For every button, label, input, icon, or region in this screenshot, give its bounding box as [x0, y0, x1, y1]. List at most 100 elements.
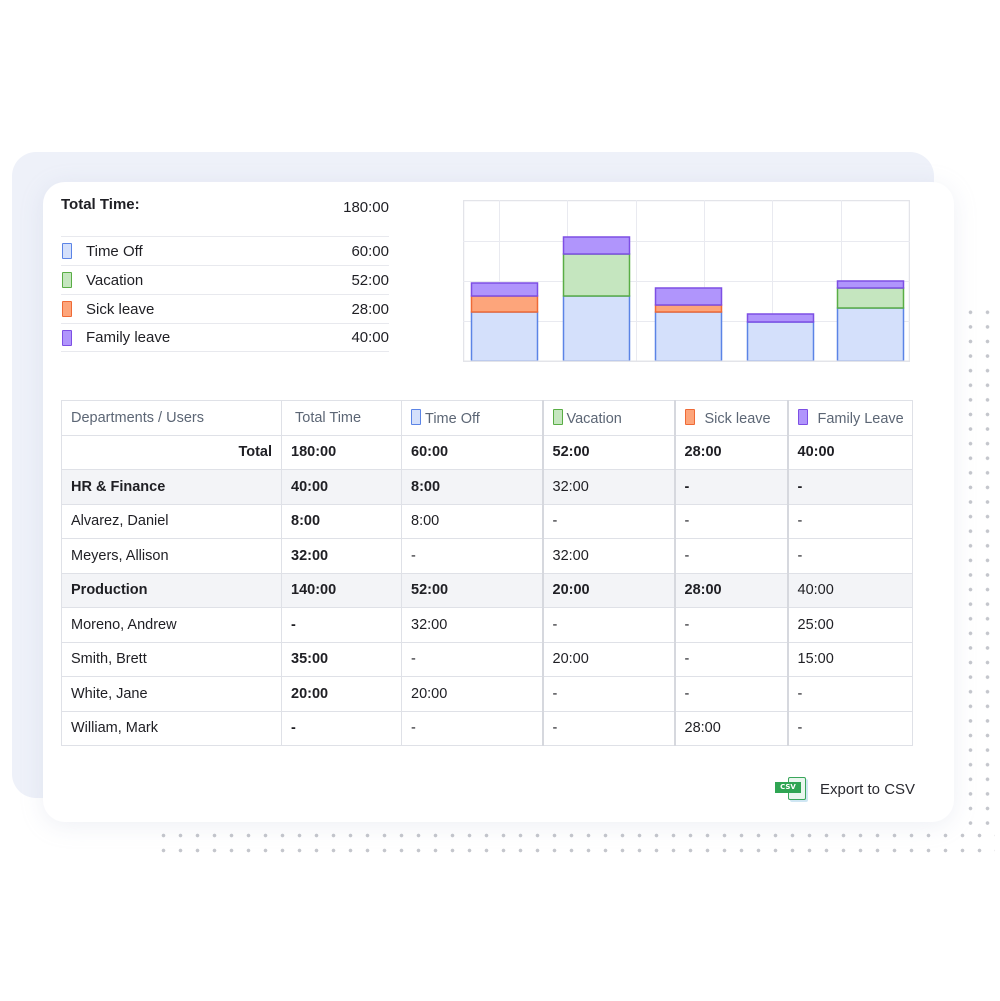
table-total-row: Total 180:00 60:00 52:00 28:00 40:00: [61, 434, 913, 470]
row-value-cell: 60:00: [401, 434, 543, 470]
row-label-cell: HR & Finance: [61, 469, 282, 505]
row-value-cell: 28:00: [673, 572, 788, 608]
row-value-cell: -: [281, 607, 402, 643]
column-header-vacation[interactable]: Vacation: [541, 400, 675, 436]
row-value-cell: 8:00: [401, 469, 543, 505]
row-value-cell: -: [401, 710, 543, 746]
row-value-cell: -: [673, 469, 788, 505]
summary-total-value: 180:00: [343, 199, 389, 216]
row-value-cell: -: [281, 710, 402, 746]
table-row: Alvarez, Daniel 8:00 8:00- - -: [61, 503, 913, 539]
row-value-cell: -: [541, 710, 675, 746]
chart-bar-segment-time-off: [836, 307, 905, 362]
row-value-cell: 20:00: [541, 641, 675, 677]
chart-bar-segment-family-leave: [654, 287, 723, 306]
time-off-swatch-icon: [411, 408, 421, 425]
chart-bar-segment-vacation: [562, 253, 631, 297]
csv-file-icon: CSV: [775, 777, 809, 801]
summary-row-sick-leave: Sick leave 28:00: [61, 294, 389, 323]
summary-row-time-off: Time Off 60:00: [61, 236, 389, 265]
row-value-cell: -: [401, 538, 543, 574]
summary-value: 60:00: [351, 242, 389, 260]
row-value-cell: -: [673, 503, 788, 539]
row-value-cell: 40:00: [786, 572, 913, 608]
chart-bar-segment-vacation: [836, 287, 905, 309]
table-row: William, Mark - - -28:00-: [61, 710, 913, 746]
row-label-cell: William, Mark: [61, 710, 282, 746]
row-value-cell: -: [786, 710, 913, 746]
column-header-label: Sick leave: [704, 410, 771, 427]
chart-bar-segment-family-leave: [562, 236, 631, 255]
row-value-cell: -: [541, 676, 675, 712]
column-header-label: Time Off: [425, 410, 480, 427]
row-value-cell: -: [673, 538, 788, 574]
row-value-cell: -: [541, 607, 675, 643]
row-value-cell: 52:00: [401, 572, 543, 608]
export-csv-button[interactable]: CSV Export to CSV: [775, 777, 915, 801]
table-header-row: Departments / Users Total Time Time Off …: [61, 400, 913, 436]
chart-bar-segment-time-off: [562, 295, 631, 362]
row-label-cell: Total: [61, 434, 282, 470]
row-value-cell: 8:00: [281, 503, 402, 539]
row-value-cell: -: [673, 607, 788, 643]
summary-row-family-leave: Family leave 40:00: [61, 323, 389, 352]
chart-svg: [463, 200, 910, 362]
row-label-cell: Meyers, Allison: [61, 538, 282, 574]
row-value-cell: 8:00: [401, 503, 543, 539]
decorative-dots-bottom: [155, 828, 995, 858]
column-header-label: Family Leave: [817, 410, 904, 427]
row-value-cell: 20:00: [401, 676, 543, 712]
row-value-cell: 35:00: [281, 641, 402, 677]
summary-label: Family leave: [86, 329, 171, 346]
row-value-cell: 32:00: [281, 538, 402, 574]
table-department-row: Production 140:00 52:00 20:00 28:00 40:00: [61, 572, 913, 608]
row-label-cell: Production: [61, 572, 282, 608]
row-value-cell: 20:00: [281, 676, 402, 712]
row-value-cell: -: [673, 676, 788, 712]
export-csv-label: Export to CSV: [820, 780, 916, 798]
row-value-cell: -: [786, 676, 913, 712]
row-value-cell: 15:00: [786, 641, 913, 677]
row-value-cell: 140:00: [281, 572, 402, 608]
column-header-sick-leave[interactable]: Sick leave: [673, 400, 788, 436]
row-value-cell: 32:00: [541, 469, 675, 505]
column-header-family-leave[interactable]: Family Leave: [786, 400, 913, 436]
column-header-time-off[interactable]: Time Off: [401, 400, 543, 436]
row-value-cell: 40:00: [786, 434, 913, 470]
row-value-cell: -: [786, 503, 913, 539]
summary-label: Vacation: [86, 271, 144, 289]
row-value-cell: 28:00: [673, 434, 788, 470]
chart-bar-segment-family-leave: [470, 282, 539, 297]
sick-leave-swatch-icon: [62, 301, 72, 317]
chart-bar-segment-family-leave: [746, 313, 815, 323]
chart-bar-segment-time-off: [746, 321, 815, 362]
summary-header: Total Time: 180:00: [61, 196, 389, 236]
row-value-cell: 20:00: [541, 572, 675, 608]
table-row: Meyers, Allison 32:00-32:00- -: [61, 538, 913, 574]
table-row: Moreno, Andrew -32:00- -25:00: [61, 607, 913, 643]
row-value-cell: 25:00: [786, 607, 913, 643]
vacation-swatch-icon: [62, 272, 72, 288]
summary-value: 40:00: [351, 329, 389, 346]
row-label-cell: Moreno, Andrew: [61, 607, 282, 643]
sick-leave-swatch-icon: [684, 408, 695, 425]
summary-row-vacation: Vacation 52:00: [61, 265, 389, 294]
column-header-label: Vacation: [566, 410, 622, 427]
summary-value: 28:00: [351, 300, 389, 318]
row-label-cell: White, Jane: [61, 676, 282, 712]
chart-bar-segment-family-leave: [836, 280, 905, 289]
csv-file-tag: CSV: [775, 782, 801, 793]
table-row: White, Jane 20:00 20:00- - -: [61, 676, 913, 712]
column-header-departments[interactable]: Departments / Users: [61, 400, 282, 436]
summary-title: Total Time:: [61, 196, 140, 213]
decorative-dots-right: [962, 305, 990, 825]
row-value-cell: -: [541, 503, 675, 539]
stacked-bar-chart: [463, 200, 910, 362]
chart-bar-segment-time-off: [654, 311, 723, 362]
summary-label: Sick leave: [86, 300, 155, 318]
column-header-total-time[interactable]: Total Time: [281, 400, 402, 436]
row-value-cell: 32:00: [541, 538, 675, 574]
row-value-cell: -: [786, 469, 913, 505]
row-value-cell: 28:00: [673, 710, 788, 746]
chart-bar-segment-time-off: [470, 311, 539, 362]
